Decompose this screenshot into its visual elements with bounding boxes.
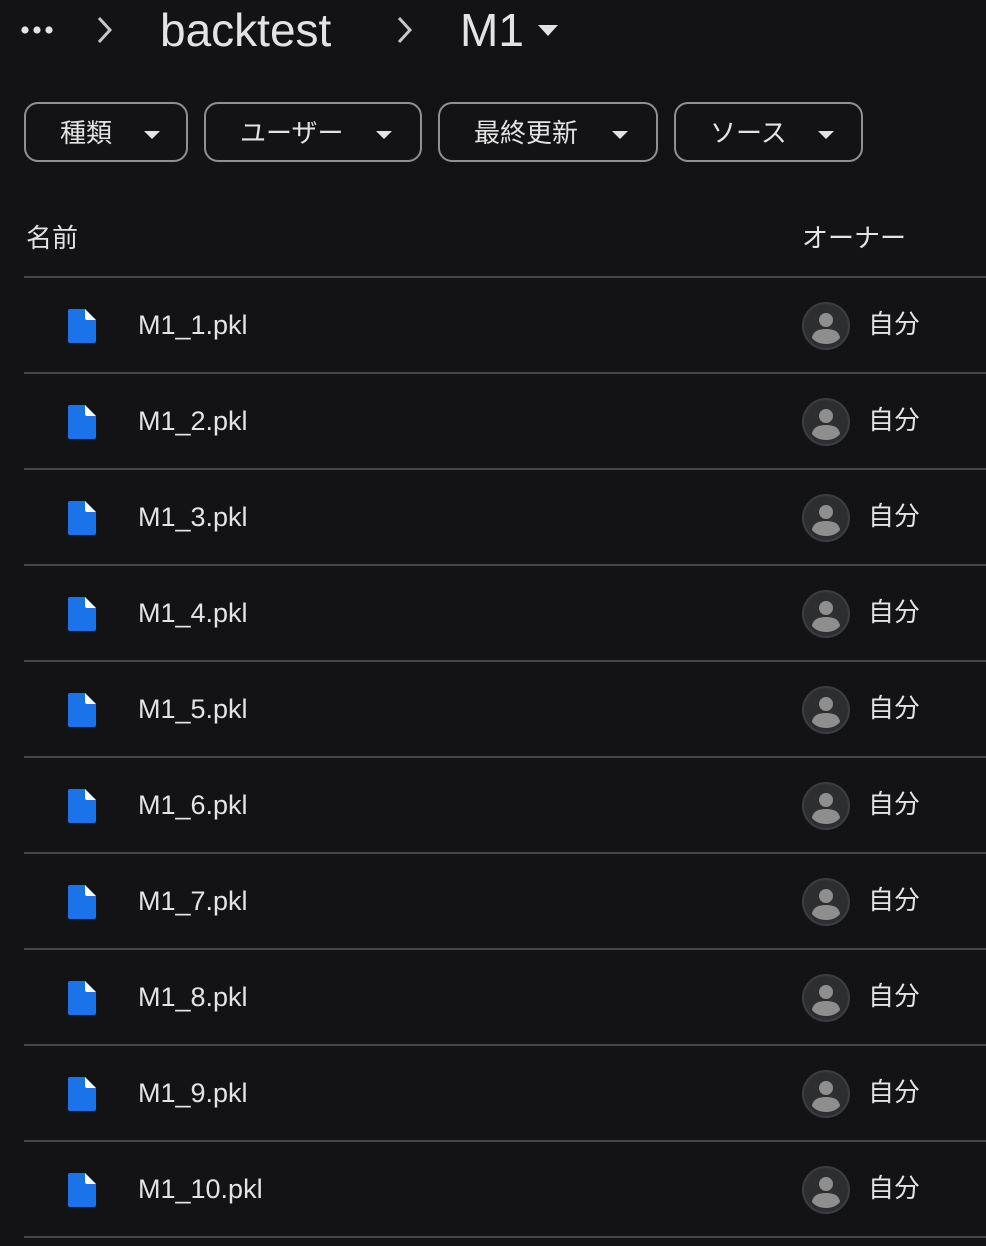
avatar-icon <box>802 1070 850 1118</box>
file-row[interactable]: M1_9.pkl 自分 <box>0 1046 986 1142</box>
file-owner: 自分 <box>868 501 921 531</box>
file-owner: 自分 <box>868 693 921 723</box>
divider <box>24 1236 986 1238</box>
chevron-right-icon <box>396 15 414 45</box>
file-row[interactable]: M1_4.pkl 自分 <box>0 566 986 662</box>
caret-down-icon <box>612 131 628 140</box>
avatar-icon <box>802 1166 850 1214</box>
breadcrumb-item-m1: M1 <box>460 4 524 56</box>
file-name: M1_4.pkl <box>138 598 248 628</box>
breadcrumb-current-folder[interactable]: M1 <box>460 2 558 58</box>
file-owner: 自分 <box>868 789 921 819</box>
chevron-right-icon <box>96 15 114 45</box>
file-name: M1_2.pkl <box>138 406 248 436</box>
avatar-icon <box>802 302 850 350</box>
avatar-icon <box>802 398 850 446</box>
column-header-owner: オーナー <box>802 223 907 253</box>
file-row[interactable]: M1_2.pkl 自分 <box>0 374 986 470</box>
file-row[interactable]: M1_5.pkl 自分 <box>0 662 986 758</box>
filter-chip-label: ユーザー <box>240 118 344 148</box>
filter-chip-user[interactable]: ユーザー <box>204 102 422 162</box>
file-icon <box>68 693 96 727</box>
file-name: M1_3.pkl <box>138 502 248 532</box>
filter-chip-source[interactable]: ソース <box>674 102 863 162</box>
filter-chip-type[interactable]: 種類 <box>24 102 188 162</box>
file-list: M1_1.pkl 自分 M1_2.pkl 自分 M1_3.pkl 自分 M1_4… <box>0 278 986 1238</box>
caret-down-icon <box>537 25 558 36</box>
file-icon <box>68 885 96 919</box>
file-row[interactable]: M1_7.pkl 自分 <box>0 854 986 950</box>
file-icon <box>68 405 96 439</box>
avatar-icon <box>802 878 850 926</box>
caret-down-icon <box>144 131 160 140</box>
breadcrumb: backtest M1 <box>0 0 986 62</box>
filter-chip-modified[interactable]: 最終更新 <box>438 102 658 162</box>
file-icon <box>68 789 96 823</box>
file-name: M1_10.pkl <box>138 1174 263 1204</box>
file-name: M1_1.pkl <box>138 310 248 340</box>
filter-chip-label: ソース <box>710 118 787 148</box>
avatar-icon <box>802 590 850 638</box>
file-name: M1_7.pkl <box>138 886 248 916</box>
file-name: M1_6.pkl <box>138 790 248 820</box>
file-icon <box>68 981 96 1015</box>
filter-chip-label: 種類 <box>60 118 113 148</box>
file-owner: 自分 <box>868 309 921 339</box>
file-icon <box>68 1173 96 1207</box>
file-icon <box>68 309 96 343</box>
breadcrumb-item-backtest[interactable]: backtest <box>160 2 331 58</box>
file-owner: 自分 <box>868 885 921 915</box>
file-icon <box>68 597 96 631</box>
file-name: M1_9.pkl <box>138 1078 248 1108</box>
file-row[interactable]: M1_3.pkl 自分 <box>0 470 986 566</box>
file-name: M1_5.pkl <box>138 694 248 724</box>
caret-down-icon <box>818 131 834 140</box>
file-icon <box>68 501 96 535</box>
filter-chip-label: 最終更新 <box>474 118 579 148</box>
avatar-icon <box>802 494 850 542</box>
more-icon[interactable] <box>16 12 58 48</box>
file-icon <box>68 1077 96 1111</box>
avatar-icon <box>802 782 850 830</box>
avatar-icon <box>802 686 850 734</box>
file-row[interactable]: M1_6.pkl 自分 <box>0 758 986 854</box>
column-header-name[interactable]: 名前 <box>26 222 78 254</box>
file-name: M1_8.pkl <box>138 982 248 1012</box>
file-row[interactable]: M1_1.pkl 自分 <box>0 278 986 374</box>
file-owner: 自分 <box>868 981 921 1011</box>
avatar-icon <box>802 974 850 1022</box>
file-owner: 自分 <box>868 1173 921 1203</box>
caret-down-icon <box>376 131 392 140</box>
file-owner: 自分 <box>868 405 921 435</box>
file-row[interactable]: M1_8.pkl 自分 <box>0 950 986 1046</box>
file-owner: 自分 <box>868 1077 921 1107</box>
file-row[interactable]: M1_10.pkl 自分 <box>0 1142 986 1238</box>
file-owner: 自分 <box>868 597 921 627</box>
